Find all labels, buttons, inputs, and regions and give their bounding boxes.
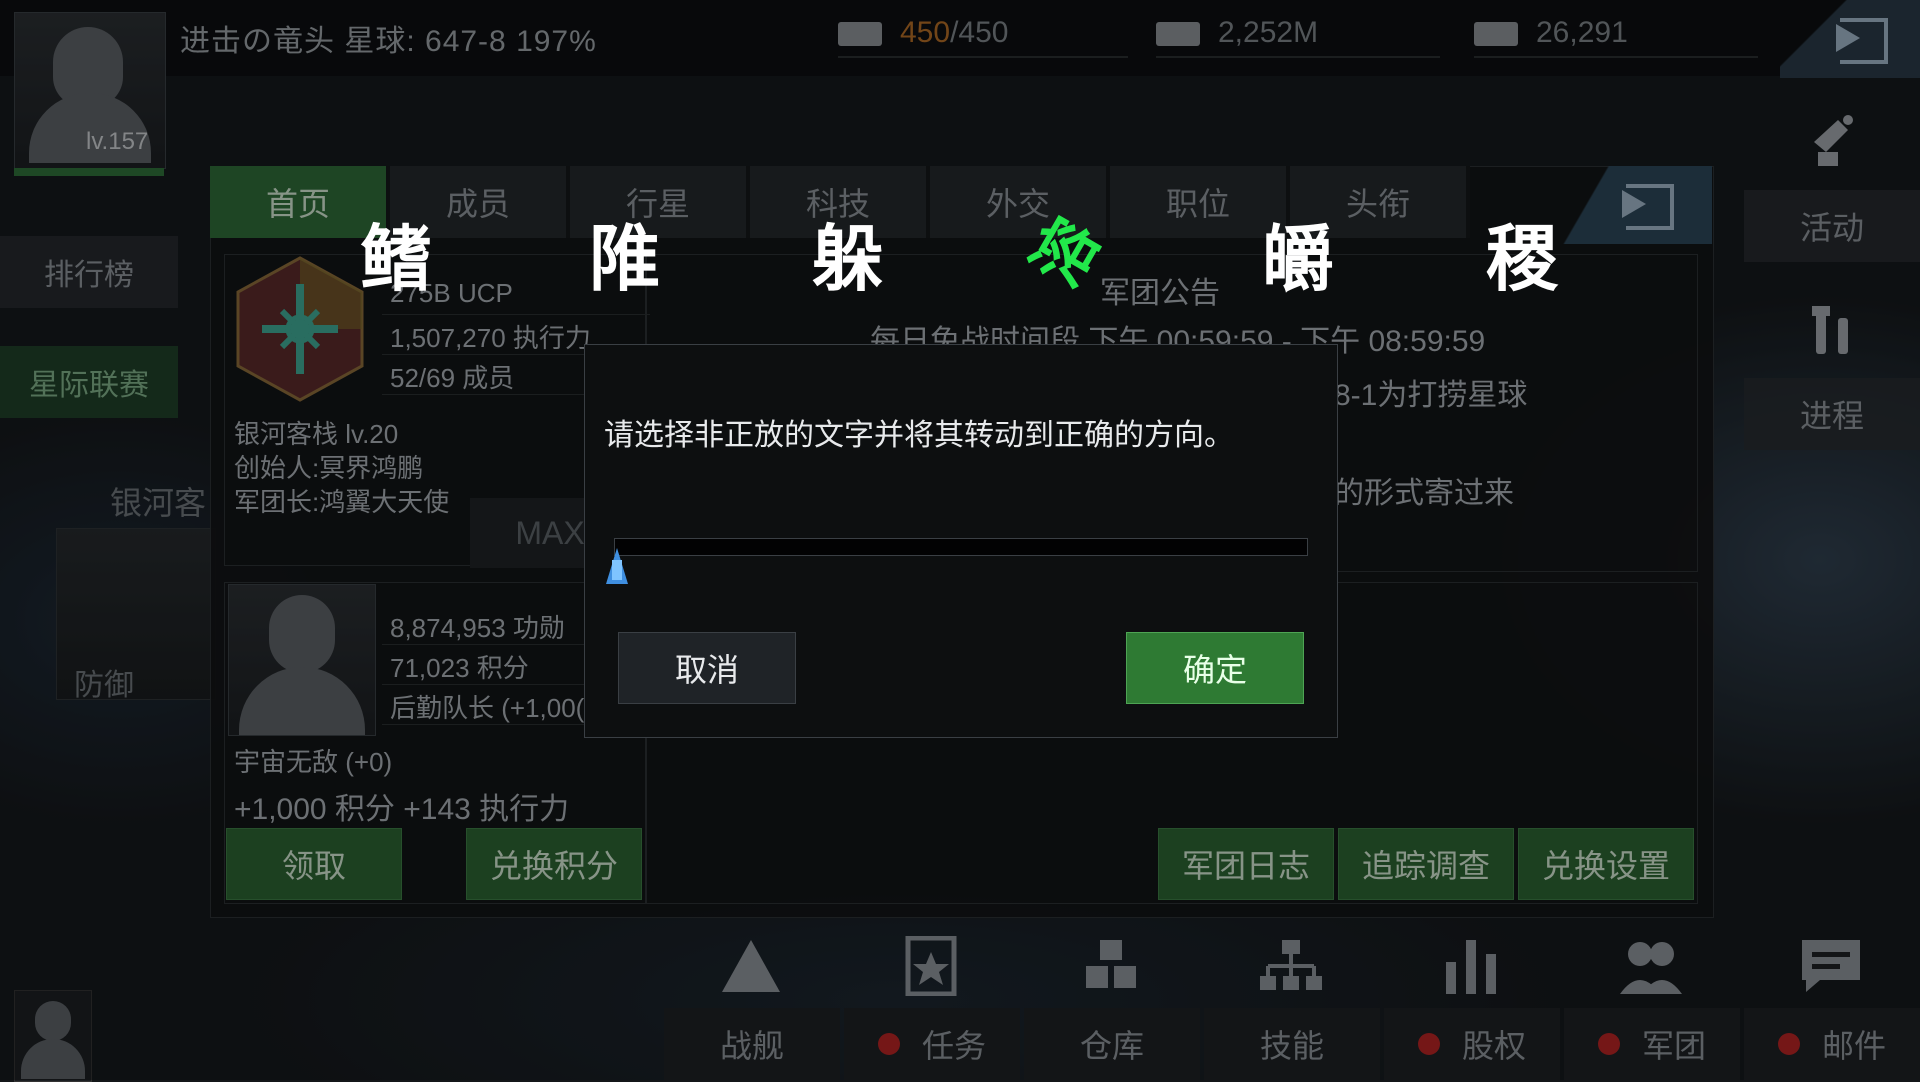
captcha-char-3[interactable]: 躲 [812, 200, 884, 305]
captcha-char-5[interactable]: 皭 [1262, 200, 1334, 305]
slider-handle-highlight [612, 560, 622, 580]
rotation-slider-track[interactable] [614, 538, 1308, 556]
captcha-char-6[interactable]: 稷 [1486, 200, 1558, 305]
captcha-prompt: 请选择非正放的文字并将其转动到正确的方向。 [604, 419, 1234, 452]
cancel-button[interactable]: 取消 [618, 632, 796, 704]
captcha-char-1[interactable]: 鳍 [360, 200, 432, 305]
captcha-char-2[interactable]: 陮 [588, 200, 660, 305]
confirm-button[interactable]: 确定 [1126, 632, 1304, 704]
